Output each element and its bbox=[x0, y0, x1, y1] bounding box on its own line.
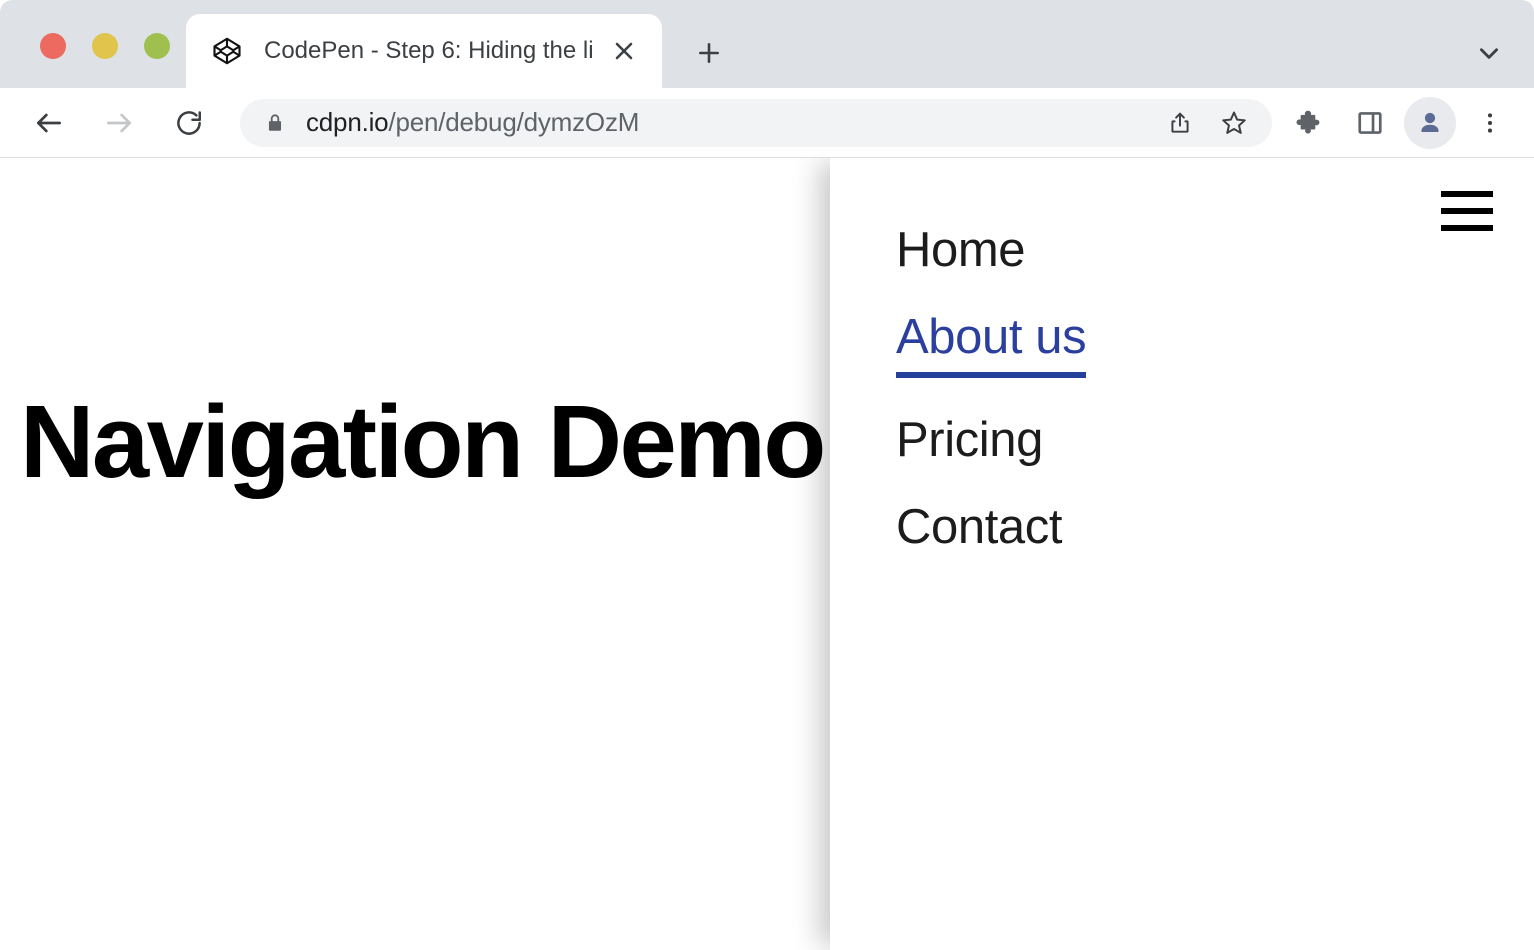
share-icon[interactable] bbox=[1156, 99, 1204, 147]
tab-strip: CodePen - Step 6: Hiding the li bbox=[0, 0, 1534, 88]
chevron-down-icon[interactable] bbox=[1466, 30, 1512, 76]
close-window-button[interactable] bbox=[40, 33, 66, 59]
url-path: /pen/debug/dymzOzM bbox=[388, 107, 639, 137]
three-dot-menu-icon[interactable] bbox=[1464, 97, 1516, 149]
navigation-panel: Home About us Pricing Contact bbox=[830, 158, 1534, 950]
minimize-window-button[interactable] bbox=[92, 33, 118, 59]
browser-toolbar: cdpn.io/pen/debug/dymzOzM bbox=[0, 88, 1534, 158]
browser-tab-active[interactable]: CodePen - Step 6: Hiding the li bbox=[186, 14, 662, 88]
list-item: Contact bbox=[896, 503, 1086, 552]
tab-title: CodePen - Step 6: Hiding the li bbox=[264, 37, 600, 65]
codepen-icon bbox=[212, 36, 242, 66]
omnibox-actions bbox=[1156, 99, 1264, 147]
list-item: Home bbox=[896, 226, 1086, 275]
list-item: Pricing bbox=[896, 416, 1086, 465]
list-item: About us bbox=[896, 313, 1086, 378]
browser-window: CodePen - Step 6: Hiding the li bbox=[0, 0, 1534, 950]
star-icon[interactable] bbox=[1210, 99, 1258, 147]
nav-link-pricing[interactable]: Pricing bbox=[896, 416, 1043, 465]
maximize-window-button[interactable] bbox=[144, 33, 170, 59]
page-viewport: Navigation Demo Home About us Pricing Co… bbox=[0, 158, 1534, 950]
puzzle-icon[interactable] bbox=[1284, 97, 1336, 149]
close-icon[interactable] bbox=[600, 27, 648, 75]
url-text: cdpn.io/pen/debug/dymzOzM bbox=[306, 107, 1156, 138]
toolbar-right-actions bbox=[1284, 97, 1534, 149]
hamburger-bar bbox=[1441, 191, 1493, 197]
nav-menu-list: Home About us Pricing Contact bbox=[896, 226, 1086, 590]
reload-icon[interactable] bbox=[164, 98, 214, 148]
hamburger-bar bbox=[1441, 208, 1493, 214]
hamburger-menu-icon[interactable] bbox=[1438, 186, 1496, 236]
back-arrow-icon[interactable] bbox=[24, 98, 74, 148]
forward-arrow-icon bbox=[94, 98, 144, 148]
profile-avatar-icon[interactable] bbox=[1404, 97, 1456, 149]
url-host: cdpn.io bbox=[306, 107, 388, 137]
nav-link-home[interactable]: Home bbox=[896, 226, 1025, 275]
new-tab-button[interactable] bbox=[686, 30, 732, 76]
page-title: Navigation Demo bbox=[20, 390, 824, 493]
side-panel-icon[interactable] bbox=[1344, 97, 1396, 149]
nav-link-about-us[interactable]: About us bbox=[896, 313, 1086, 378]
lock-icon bbox=[264, 112, 286, 134]
nav-link-contact[interactable]: Contact bbox=[896, 503, 1062, 552]
address-bar[interactable]: cdpn.io/pen/debug/dymzOzM bbox=[240, 99, 1272, 147]
window-controls bbox=[40, 33, 170, 59]
hamburger-bar bbox=[1441, 225, 1493, 231]
